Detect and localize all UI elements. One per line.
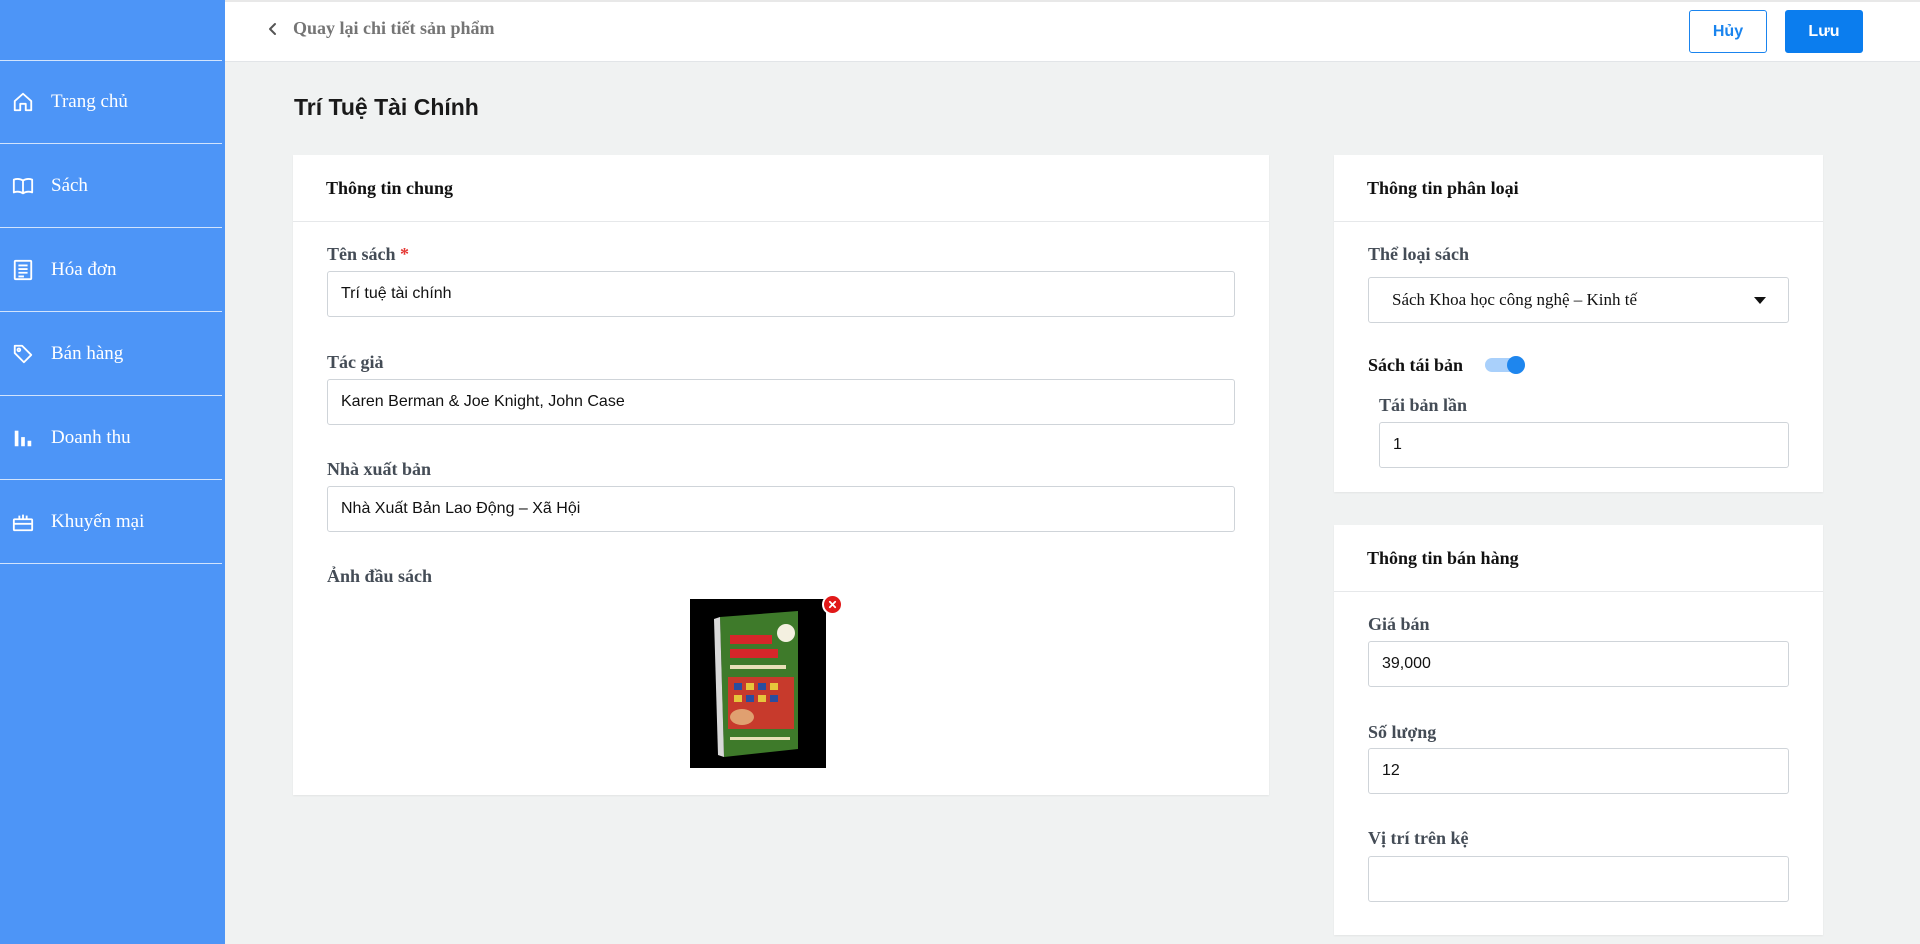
- toggle-knob: [1507, 356, 1525, 374]
- reprint-toggle[interactable]: [1485, 356, 1525, 374]
- bar-chart-icon: [12, 427, 34, 449]
- remove-image-button[interactable]: [822, 594, 843, 615]
- reprint-label: Sách tái bản: [1368, 355, 1464, 375]
- category-select[interactable]: Sách Khoa học công nghệ – Kinh tế: [1368, 277, 1789, 323]
- book-icon: [12, 175, 34, 197]
- publisher-input[interactable]: Nhà Xuất Bản Lao Động – Xã Hội: [327, 486, 1235, 532]
- sidebar-item-label: Khuyến mại: [51, 511, 145, 532]
- sidebar-item-label: Hóa đơn: [51, 259, 117, 280]
- sidebar-item-invoices[interactable]: Hóa đơn: [0, 229, 222, 312]
- receipt-icon: [12, 259, 34, 281]
- book-name-input[interactable]: Trí tuệ tài chính: [327, 271, 1235, 317]
- tag-icon: [12, 343, 34, 365]
- home-icon: [12, 91, 34, 113]
- shelf-position-label: Vị trí trên kệ: [1368, 828, 1469, 848]
- sidebar-item-sales[interactable]: Bán hàng: [0, 313, 222, 396]
- sidebar-item-label: Bán hàng: [51, 343, 124, 364]
- chevron-left-icon: [265, 21, 281, 37]
- sidebar-item-home[interactable]: Trang chủ: [0, 61, 222, 144]
- required-marker: *: [400, 244, 410, 264]
- general-info-card: Thông tin chung Tên sách * Trí tuệ tài c…: [293, 155, 1269, 795]
- back-link-label: Quay lại chi tiết sản phẩm: [293, 18, 495, 38]
- price-label: Giá bán: [1368, 614, 1430, 634]
- back-link[interactable]: Quay lại chi tiết sản phẩm: [265, 18, 495, 39]
- quantity-label: Số lượng: [1368, 722, 1437, 742]
- sidebar-item-label: Trang chủ: [51, 91, 128, 112]
- card-heading: Thông tin phân loại: [1334, 155, 1823, 222]
- sidebar-item-label: Doanh thu: [51, 427, 131, 448]
- category-selected-value: Sách Khoa học công nghệ – Kinh tế: [1392, 290, 1638, 309]
- quantity-input[interactable]: 12: [1368, 748, 1789, 794]
- close-icon: [828, 600, 837, 609]
- sidebar: Trang chủ Sách Hóa đơn Bán hàng Doanh th…: [0, 0, 225, 944]
- top-bar: Quay lại chi tiết sản phẩm Hủy Lưu: [225, 0, 1920, 62]
- sidebar-item-revenue[interactable]: Doanh thu: [0, 397, 222, 480]
- cover-image-label: Ảnh đầu sách: [327, 566, 433, 586]
- publisher-label: Nhà xuất bản: [327, 459, 432, 479]
- reprint-count-input[interactable]: 1: [1379, 422, 1789, 468]
- cover-image: [690, 599, 826, 768]
- sidebar-item-books[interactable]: Sách: [0, 145, 222, 228]
- card-heading: Thông tin bán hàng: [1334, 525, 1823, 592]
- book-name-label: Tên sách *: [327, 244, 409, 265]
- book-name-label-text: Tên sách: [327, 244, 396, 264]
- reprint-count-label: Tái bản lần: [1379, 395, 1468, 415]
- shelf-position-input[interactable]: [1368, 856, 1789, 902]
- gift-icon: [12, 511, 34, 533]
- sidebar-item-promotions[interactable]: Khuyến mại: [0, 481, 222, 564]
- cancel-button[interactable]: Hủy: [1689, 10, 1767, 53]
- author-input[interactable]: Karen Berman & Joe Knight, John Case: [327, 379, 1235, 425]
- page-title: Trí Tuệ Tài Chính: [294, 94, 479, 120]
- price-input[interactable]: 39,000: [1368, 641, 1789, 687]
- classification-card: Thông tin phân loại Thể loại sách Sách K…: [1334, 155, 1823, 492]
- sales-info-card: Thông tin bán hàng Giá bán 39,000 Số lượ…: [1334, 525, 1823, 935]
- caret-down-icon: [1754, 297, 1766, 304]
- sidebar-item-label: Sách: [51, 175, 88, 196]
- category-label: Thể loại sách: [1368, 244, 1470, 264]
- author-label: Tác giả: [327, 352, 384, 372]
- card-heading: Thông tin chung: [293, 155, 1269, 222]
- save-button[interactable]: Lưu: [1785, 10, 1863, 53]
